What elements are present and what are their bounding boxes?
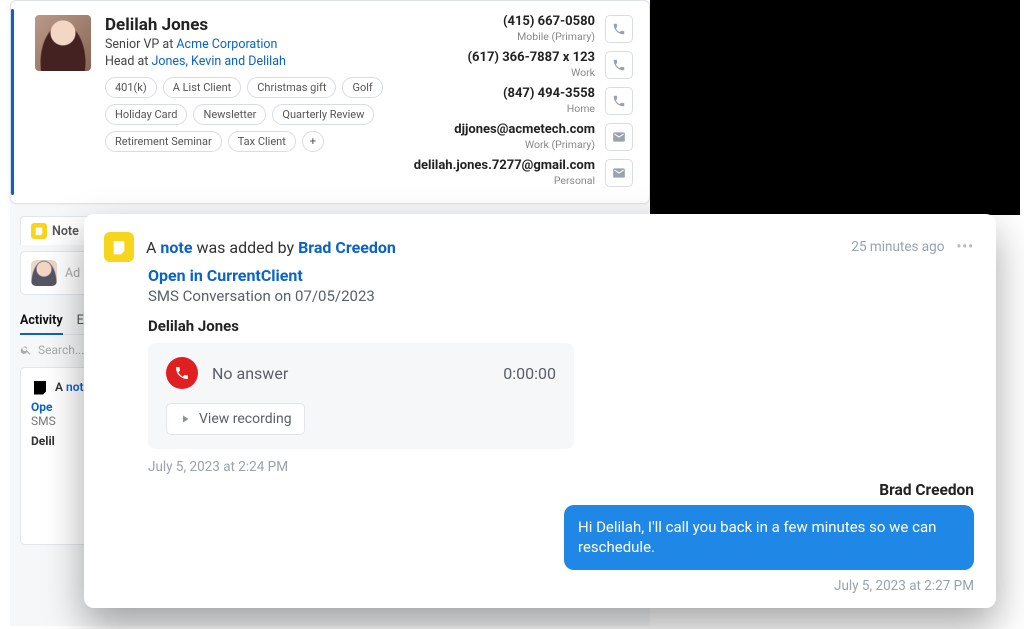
view-recording-label: View recording [199, 411, 292, 427]
tag[interactable]: Tax Client [228, 131, 296, 152]
phone-label: Mobile (Primary) [503, 30, 595, 43]
title-mid: was added by [192, 238, 298, 257]
timestamp-left: July 5, 2023 at 2:24 PM [148, 459, 974, 475]
overlay-title: A note was added by Brad Creedon [146, 238, 396, 257]
phone-icon [612, 94, 626, 108]
play-icon [179, 413, 191, 425]
contact-main: Delilah Jones Senior VP at Acme Corporat… [105, 15, 414, 187]
call-button[interactable] [605, 51, 633, 79]
tag[interactable]: Quarterly Review [272, 104, 374, 125]
contact-avatar[interactable] [35, 15, 91, 71]
open-in-link[interactable]: Open in CurrentClient [148, 266, 974, 285]
tag[interactable]: Holiday Card [105, 104, 187, 125]
backdrop-strip [650, 0, 1020, 215]
add-tag-button[interactable]: + [302, 131, 324, 152]
phone-value: (415) 667-0580 [503, 15, 595, 30]
tag[interactable]: Golf [342, 77, 382, 98]
overlay-header: A note was added by Brad Creedon 25 minu… [104, 232, 974, 262]
phone-value: (617) 366-7887 x 123 [468, 51, 596, 66]
note-icon [31, 378, 49, 396]
contact-title-line: Senior VP at Acme Corporation [105, 37, 414, 52]
contact-card: Delilah Jones Senior VP at Acme Corporat… [10, 0, 650, 204]
contact-household-line: Head at Jones, Kevin and Delilah [105, 54, 414, 69]
title-prefix: Senior VP at [105, 37, 176, 52]
note-icon [104, 232, 134, 262]
contact-right: (415) 667-0580 Mobile (Primary) (617) 36… [414, 15, 633, 187]
title-pre: A [146, 238, 160, 257]
missed-call-icon [166, 357, 198, 389]
contact-name: Delilah Jones [105, 15, 414, 35]
overlay-meta: 25 minutes ago ••• [851, 239, 974, 255]
call-button[interactable] [605, 15, 633, 43]
tag[interactable]: Newsletter [193, 104, 266, 125]
phone-row: (415) 667-0580 Mobile (Primary) [414, 15, 633, 43]
tag[interactable]: A List Client [163, 77, 242, 98]
phone-value: (847) 494-3558 [503, 87, 595, 102]
email-value: djjones@acmetech.com [454, 123, 595, 138]
call-block: No answer 0:00:00 View recording [148, 343, 574, 449]
tab-note-label: Note [52, 224, 79, 239]
compose-placeholder: Ad [65, 266, 80, 281]
email-label: Work (Primary) [454, 138, 595, 151]
phone-row: (847) 494-3558 Home [414, 87, 633, 115]
accent-bar [11, 9, 14, 195]
phone-row: (617) 366-7887 x 123 Work [414, 51, 633, 79]
subtab-other[interactable]: E [77, 313, 84, 328]
self-avatar [31, 260, 57, 286]
reply-author: Brad Creedon [148, 481, 974, 499]
phone-icon [612, 22, 626, 36]
note-overlay: A note was added by Brad Creedon 25 minu… [84, 214, 996, 608]
household-link[interactable]: Jones, Kevin and Delilah [151, 54, 285, 69]
email-row: djjones@acmetech.com Work (Primary) [414, 123, 633, 151]
title-author[interactable]: Brad Creedon [298, 238, 396, 257]
email-button[interactable] [605, 123, 633, 151]
more-menu-icon[interactable]: ••• [956, 239, 974, 255]
head-prefix: Head at [105, 54, 151, 69]
sender-name: Delilah Jones [148, 317, 974, 335]
phone-label: Work [468, 66, 596, 79]
search-icon [20, 344, 32, 356]
item-prefix: A [55, 380, 66, 394]
mail-icon [612, 166, 626, 180]
call-button[interactable] [605, 87, 633, 115]
tag[interactable]: Christmas gift [247, 77, 336, 98]
title-keyword: note [160, 238, 192, 257]
call-status: No answer [212, 364, 489, 383]
tag[interactable]: Retirement Seminar [105, 131, 222, 152]
email-row: delilah.jones.7277@gmail.com Personal [414, 159, 633, 187]
phone-icon [612, 58, 626, 72]
timestamp-right: July 5, 2023 at 2:27 PM [148, 578, 974, 594]
mail-icon [612, 130, 626, 144]
item-kw: not [66, 380, 84, 394]
phone-label: Home [503, 102, 595, 115]
email-button[interactable] [605, 159, 633, 187]
tab-note[interactable]: Note [20, 216, 90, 245]
tags: 401(k) A List Client Christmas gift Golf… [105, 77, 385, 152]
search-placeholder: Search... [38, 343, 84, 357]
subtab-activity[interactable]: Activity [20, 313, 63, 335]
company-link[interactable]: Acme Corporation [176, 37, 277, 52]
overlay-body: Open in CurrentClient SMS Conversation o… [148, 266, 974, 594]
tag[interactable]: 401(k) [105, 77, 157, 98]
overlay-subtitle: SMS Conversation on 07/05/2023 [148, 287, 974, 305]
email-label: Personal [414, 174, 595, 187]
call-duration: 0:00:00 [503, 364, 556, 383]
reply-bubble: Hi Delilah, I'll call you back in a few … [564, 505, 974, 570]
email-value: delilah.jones.7277@gmail.com [414, 159, 595, 174]
note-icon [31, 223, 47, 239]
age-label: 25 minutes ago [851, 239, 944, 255]
view-recording-button[interactable]: View recording [166, 403, 305, 435]
